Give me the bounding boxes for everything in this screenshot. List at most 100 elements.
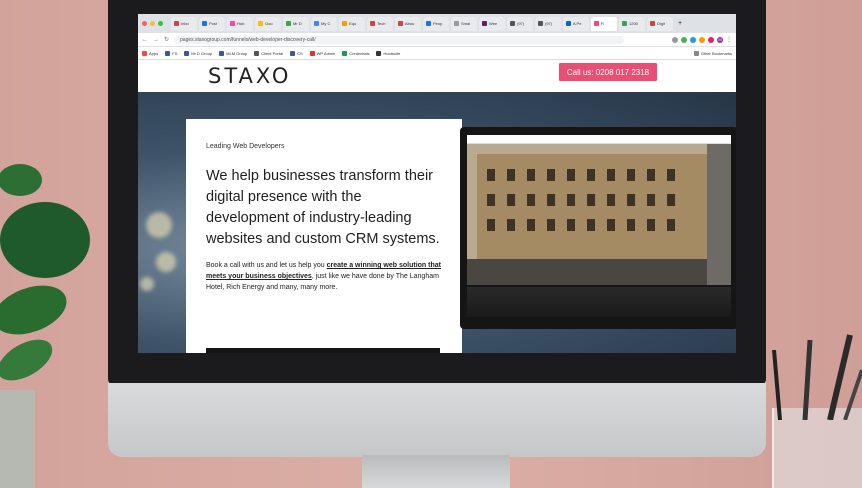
browser-tab[interactable]: (97) bbox=[507, 16, 533, 31]
tab-label: Post bbox=[209, 21, 218, 26]
browser-tab[interactable]: Mr D bbox=[283, 16, 309, 31]
browser-tab[interactable]: Goo bbox=[255, 16, 281, 31]
site-header: STAXO Call us: 0208 017 2318 bbox=[138, 60, 736, 92]
hero-body: Book a call with us and let us help you … bbox=[206, 260, 442, 293]
laptop-base bbox=[467, 287, 731, 317]
bookmark-label: Client Portal bbox=[261, 50, 284, 56]
laptop-mockup bbox=[460, 127, 736, 329]
tab-favicon-icon bbox=[202, 21, 207, 26]
laptop-site-nav bbox=[467, 135, 731, 144]
forward-icon[interactable]: → bbox=[153, 37, 159, 43]
browser-tab[interactable]: Smal bbox=[451, 16, 477, 31]
extension-icon[interactable] bbox=[690, 36, 696, 43]
staxo-logo[interactable]: STAXO bbox=[208, 64, 291, 88]
tab-label: Goo bbox=[265, 21, 273, 26]
browser-tab[interactable]: Hub bbox=[227, 16, 253, 31]
bookmark-label: Mr D Group bbox=[191, 50, 213, 56]
address-bar-row: ← → ↻ pages.staxogroup.com/funnels/web-d… bbox=[138, 33, 736, 47]
browser-tab[interactable]: Digit bbox=[647, 16, 673, 31]
book-call-button[interactable] bbox=[206, 348, 440, 353]
plant-decoration bbox=[0, 164, 90, 488]
maximize-window-icon[interactable] bbox=[158, 21, 163, 26]
window-controls bbox=[142, 21, 163, 26]
hero-headline: We help businesses transform their digit… bbox=[206, 168, 440, 247]
monitor-stand bbox=[362, 455, 510, 488]
bokeh-light bbox=[140, 277, 154, 291]
bookmark-item[interactable]: WP Admin bbox=[309, 50, 336, 56]
tab-label: Equ bbox=[349, 21, 357, 26]
browser-tab[interactable]: 1200 bbox=[619, 16, 645, 31]
browser-tab[interactable]: (97) bbox=[535, 16, 561, 31]
browser-tab[interactable]: A Pe bbox=[563, 16, 589, 31]
tab-label: Tech bbox=[377, 21, 386, 26]
browser-tab[interactable]: Wee bbox=[479, 16, 505, 31]
bookmark-item[interactable]: Apps bbox=[142, 50, 159, 56]
bookmark-item[interactable]: FS bbox=[165, 50, 178, 56]
browser-tab[interactable]: Peop bbox=[423, 16, 449, 31]
bokeh-light bbox=[146, 212, 172, 238]
reload-icon[interactable]: ↻ bbox=[164, 36, 169, 43]
profile-avatar[interactable]: M bbox=[717, 36, 723, 43]
bookmark-item[interactable]: CS bbox=[290, 50, 303, 56]
bookmark-label: FS bbox=[172, 50, 178, 56]
bookmark-item[interactable]: MLM Group bbox=[219, 50, 248, 56]
tab-label: Mr D bbox=[293, 21, 302, 26]
tab-label: Peop bbox=[433, 21, 443, 26]
browser-tab[interactable]: My C bbox=[311, 16, 337, 31]
url-input[interactable]: pages.staxogroup.com/funnels/web-develop… bbox=[174, 35, 625, 44]
tab-label: A Pe bbox=[573, 21, 582, 26]
tab-label: Inbo bbox=[181, 21, 189, 26]
bokeh-light bbox=[156, 252, 176, 272]
bookmark-label: MLM Group bbox=[226, 50, 248, 56]
browser-tab[interactable]: Inbo bbox=[171, 16, 197, 31]
bookmark-star-icon[interactable] bbox=[672, 36, 678, 43]
tab-label: R bbox=[601, 21, 604, 26]
bookmark-item[interactable]: Credentials bbox=[342, 50, 370, 56]
bookmark-label: WP Admin bbox=[316, 50, 336, 56]
call-us-button[interactable]: Call us: 0208 017 2318 bbox=[559, 63, 657, 81]
close-window-icon[interactable] bbox=[142, 21, 147, 26]
browser-tab[interactable]: Abou bbox=[395, 16, 421, 31]
extension-icon[interactable] bbox=[681, 36, 687, 43]
bookmarks-bar: Apps FS Mr D Group MLM Group Client Port… bbox=[138, 47, 736, 60]
extensions-bar: M ⋮ bbox=[672, 36, 732, 43]
browser-tab-bar: Inbo Post Hub Goo Mr D My C Equ Tech Abo… bbox=[138, 14, 736, 33]
browser-tab-active[interactable]: R bbox=[591, 16, 617, 31]
browser-tab[interactable]: Post bbox=[199, 16, 225, 31]
browser-tab[interactable]: Equ bbox=[339, 16, 365, 31]
bookmark-item[interactable]: Hootsuite bbox=[376, 50, 401, 56]
monitor-chin bbox=[108, 383, 766, 457]
folder-icon bbox=[693, 50, 699, 56]
pencil-cup bbox=[772, 408, 862, 488]
monitor-screen: Inbo Post Hub Goo Mr D My C Equ Tech Abo… bbox=[138, 14, 736, 353]
bookmark-label: CS bbox=[297, 50, 303, 56]
new-tab-button[interactable]: + bbox=[675, 17, 685, 31]
bookmark-label: Hootsuite bbox=[383, 50, 401, 56]
tab-label: (97) bbox=[517, 21, 525, 26]
tab-label: 1200 bbox=[629, 21, 638, 26]
apps-grid-icon bbox=[142, 50, 147, 56]
hero-section: Leading Web Developers We help businesse… bbox=[138, 92, 736, 353]
tab-label: (97) bbox=[545, 21, 553, 26]
tab-label: Digit bbox=[657, 21, 666, 26]
back-icon[interactable]: ← bbox=[142, 37, 148, 43]
eyebrow-text: Leading Web Developers bbox=[206, 143, 285, 150]
tab-label: Abou bbox=[405, 21, 415, 26]
pencils-decoration bbox=[772, 334, 862, 420]
browser-tab[interactable]: Tech bbox=[367, 16, 393, 31]
extension-icon[interactable] bbox=[699, 36, 705, 43]
menu-kebab-icon[interactable]: ⋮ bbox=[726, 37, 732, 43]
minimize-window-icon[interactable] bbox=[150, 21, 155, 26]
bookmark-item[interactable]: Client Portal bbox=[254, 50, 284, 56]
langham-hotel-photo bbox=[467, 144, 731, 285]
tab-label: Wee bbox=[489, 21, 498, 26]
bookmark-item[interactable]: Mr D Group bbox=[184, 50, 213, 56]
tab-label: My C bbox=[321, 21, 331, 26]
other-bookmarks[interactable]: Other Bookmarks bbox=[693, 50, 732, 56]
tab-favicon-icon bbox=[174, 21, 179, 26]
laptop-screen bbox=[467, 135, 731, 285]
hero-card: Leading Web Developers We help businesse… bbox=[186, 119, 462, 353]
bookmark-label: Apps bbox=[149, 50, 159, 56]
bookmark-label: Credentials bbox=[349, 50, 370, 56]
extension-icon[interactable] bbox=[708, 36, 714, 43]
